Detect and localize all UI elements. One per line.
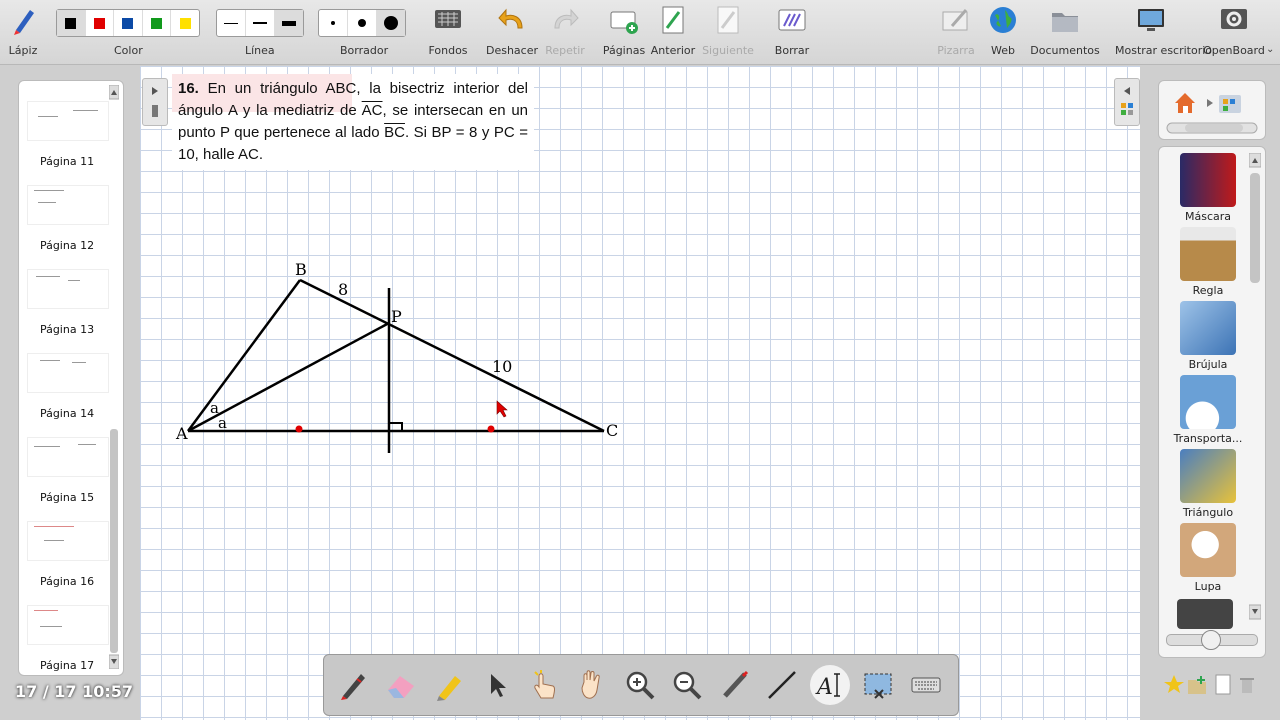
line-tool-button[interactable] bbox=[762, 665, 802, 705]
angle-label-2: a bbox=[218, 414, 227, 432]
breadcrumb-arrow-icon bbox=[1207, 99, 1213, 107]
tool-ruler[interactable]: Regla bbox=[1165, 227, 1251, 297]
midpoint-mark-left bbox=[295, 425, 303, 433]
highlighter-icon bbox=[437, 676, 461, 701]
apps-folder-icon[interactable] bbox=[1219, 95, 1241, 113]
mask-icon bbox=[1180, 153, 1236, 207]
side-bc bbox=[299, 278, 605, 433]
tool-triangle-label: Triángulo bbox=[1182, 506, 1234, 519]
interact-tool-button[interactable] bbox=[524, 665, 564, 705]
tool-mask-label: Máscara bbox=[1184, 210, 1231, 223]
highlighter-tool-button[interactable] bbox=[430, 665, 470, 705]
zoom-out-icon bbox=[673, 671, 702, 700]
virtual-keyboard-button[interactable] bbox=[906, 665, 946, 705]
library-navigation bbox=[1158, 80, 1266, 140]
label-c: C bbox=[606, 421, 618, 440]
tools-scrollbar[interactable] bbox=[1249, 153, 1261, 623]
line-icon bbox=[768, 671, 796, 699]
eraser-icon bbox=[388, 676, 414, 698]
triangle-figure: A B C P 8 10 a a bbox=[175, 260, 618, 453]
side-ab bbox=[186, 279, 302, 432]
triangle-ruler-icon bbox=[1180, 449, 1236, 503]
selector-tool-button[interactable] bbox=[476, 665, 516, 705]
label-pc: 10 bbox=[492, 357, 512, 376]
ruler-icon bbox=[1180, 227, 1236, 281]
svg-text:A: A bbox=[815, 675, 833, 700]
tool-ruler-label: Regla bbox=[1192, 284, 1224, 297]
tool-magnifier-label: Lupa bbox=[1194, 580, 1222, 593]
collapse-right-panel-button[interactable] bbox=[1114, 78, 1140, 126]
laser-pointer-button[interactable] bbox=[716, 665, 756, 705]
tool-compass[interactable]: Brújula bbox=[1165, 301, 1251, 371]
hand-icon bbox=[581, 670, 600, 699]
pointing-hand-icon bbox=[534, 670, 555, 699]
favorite-star-icon[interactable] bbox=[1164, 675, 1184, 693]
tool-compass-label: Brújula bbox=[1188, 358, 1228, 371]
zoom-out-button[interactable] bbox=[667, 665, 707, 705]
pen-icon bbox=[341, 674, 365, 700]
label-a: A bbox=[175, 424, 188, 443]
text-tool-button[interactable]: A bbox=[810, 665, 850, 705]
capture-tool-button[interactable] bbox=[858, 665, 898, 705]
zoom-slider-knob[interactable] bbox=[1201, 630, 1221, 650]
trash-icon[interactable] bbox=[1240, 678, 1254, 693]
capture-icon bbox=[864, 673, 892, 699]
zoom-slider[interactable] bbox=[1166, 630, 1258, 650]
eraser-tool-button[interactable] bbox=[381, 665, 421, 705]
hand-tool-button[interactable] bbox=[572, 665, 612, 705]
tool-protractor-label: Transporta... bbox=[1173, 432, 1243, 445]
label-bp: 8 bbox=[338, 280, 348, 299]
laser-pointer-icon bbox=[723, 670, 749, 698]
keyboard-icon bbox=[911, 677, 941, 693]
pen-tool-button[interactable] bbox=[334, 665, 374, 705]
midpoint-mark-right bbox=[487, 425, 495, 433]
label-p: P bbox=[391, 307, 402, 326]
tool-magnifier[interactable]: Lupa bbox=[1165, 523, 1251, 593]
tool-partial-item[interactable] bbox=[1177, 599, 1233, 629]
protractor-icon bbox=[1180, 375, 1236, 429]
zoom-in-button[interactable] bbox=[620, 665, 660, 705]
library-actions bbox=[1164, 672, 1264, 696]
text-icon: A bbox=[815, 673, 840, 700]
compass-icon bbox=[1180, 301, 1236, 355]
stylus-toolbar: A bbox=[323, 654, 959, 716]
home-icon[interactable] bbox=[1175, 93, 1195, 113]
new-folder-icon[interactable] bbox=[1188, 676, 1206, 694]
zoom-in-icon bbox=[626, 671, 655, 700]
arrow-pointer-icon bbox=[491, 674, 506, 697]
label-b: B bbox=[295, 260, 307, 279]
tool-protractor[interactable]: Transporta... bbox=[1165, 375, 1251, 445]
new-page-icon bbox=[1215, 674, 1231, 695]
tool-mask[interactable]: Máscara bbox=[1165, 153, 1251, 223]
tool-triangle[interactable]: Triángulo bbox=[1165, 449, 1251, 519]
magnifier-icon bbox=[1180, 523, 1236, 577]
mouse-cursor-icon bbox=[496, 400, 508, 418]
tools-library-panel: Máscara Regla Brújula Transporta... Triá… bbox=[1158, 146, 1266, 658]
